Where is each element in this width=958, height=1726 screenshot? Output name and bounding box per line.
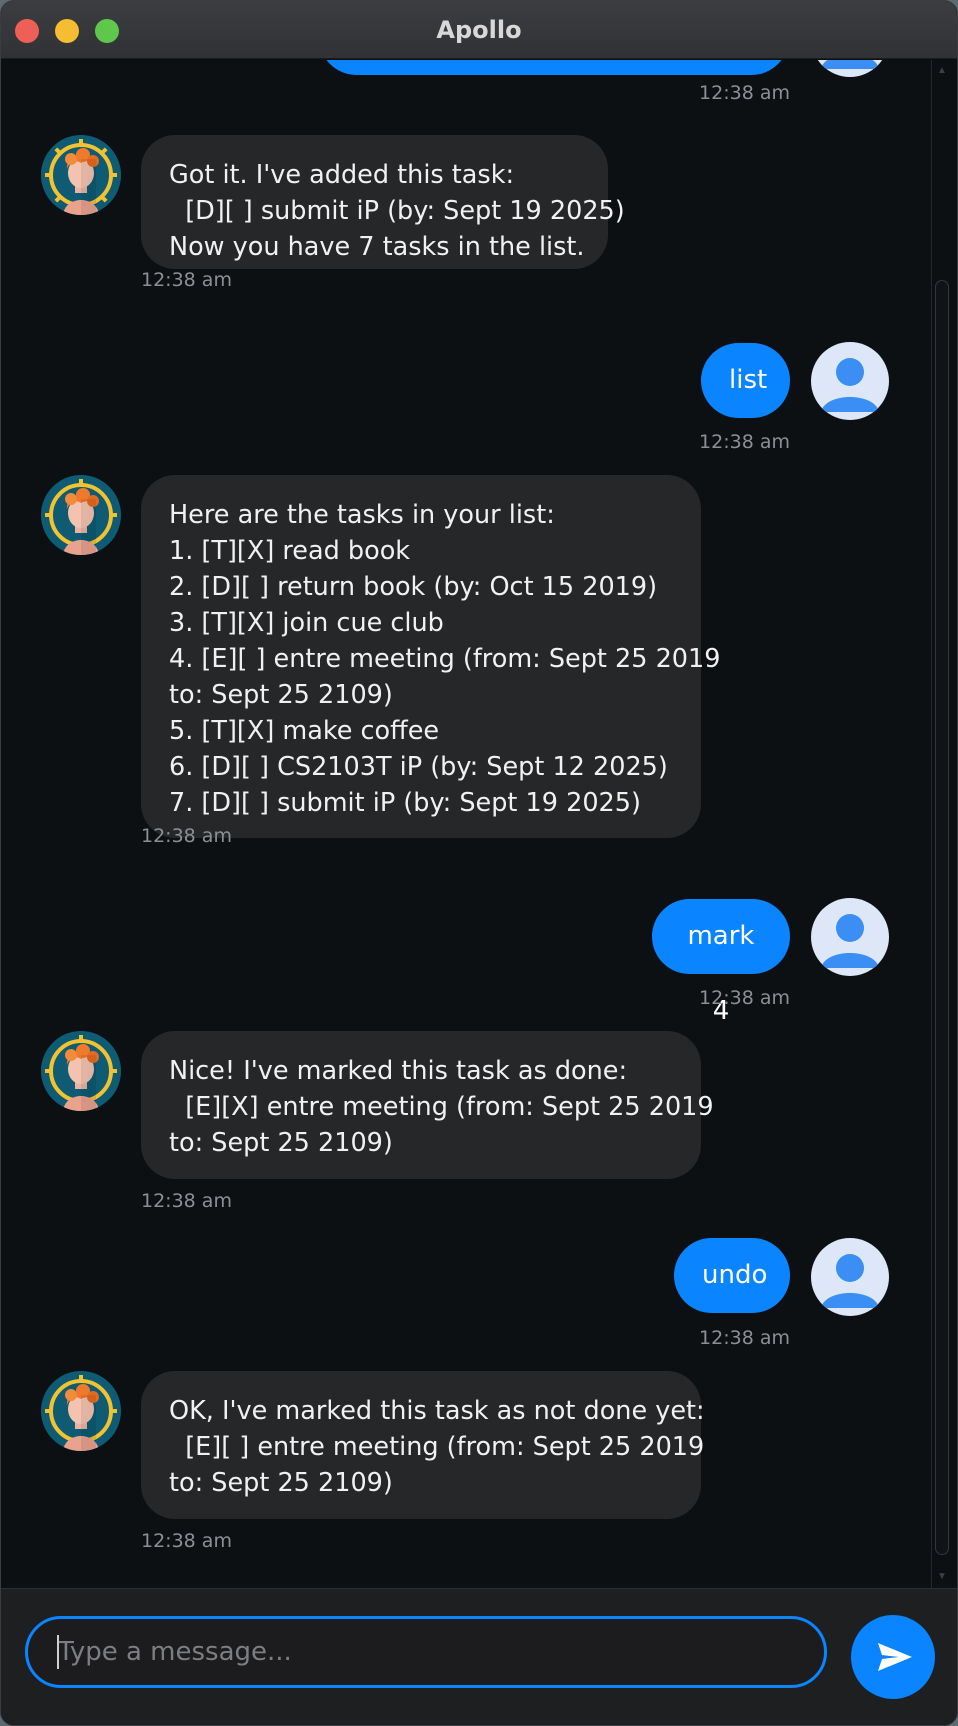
message-timestamp: 12:38 am — [699, 431, 790, 453]
bot-message-bubble: Got it. I've added this task: [D][ ] sub… — [141, 135, 625, 269]
message-timestamp: 12:38 am — [141, 825, 232, 847]
previous-user-message-bubble — [319, 60, 789, 75]
bot-message-bubble: Nice! I've marked this task as done: [E]… — [141, 1031, 714, 1179]
message-timestamp: 12:38 am — [699, 82, 790, 104]
send-icon — [851, 1615, 935, 1699]
message-timestamp: 12:38 am — [141, 1530, 232, 1552]
bot-avatar-icon — [41, 475, 121, 555]
title-bar: Apollo — [1, 1, 957, 59]
scroll-down-icon[interactable]: ▼ — [935, 1570, 949, 1584]
bot-message-bubble: OK, I've marked this task as not done ye… — [141, 1371, 705, 1519]
bot-avatar-icon — [41, 1371, 121, 1451]
text-caret — [57, 1635, 59, 1669]
composer-bar — [1, 1588, 957, 1725]
user-avatar-icon — [811, 1238, 889, 1316]
user-message-bubble: undo — [674, 1238, 790, 1313]
bot-avatar-icon — [41, 135, 121, 215]
message-timestamp: 12:38 am — [141, 1190, 232, 1212]
app-window: Apollo 12:38 am Got it. I've added this … — [0, 0, 958, 1726]
message-timestamp: 12:38 am — [141, 269, 232, 291]
user-message-bubble: list — [701, 343, 790, 418]
window-title: Apollo — [436, 16, 522, 44]
bot-avatar-icon — [41, 1031, 121, 1111]
user-avatar-icon — [811, 60, 889, 77]
bot-message-bubble: Here are the tasks in your list: 1. [T][… — [141, 475, 720, 838]
user-avatar-icon — [811, 342, 889, 420]
send-button[interactable] — [851, 1615, 935, 1699]
chat-scroll-area[interactable]: 12:38 am Got it. I've added this task: [… — [1, 60, 957, 1588]
user-message-bubble: mark 4 — [652, 899, 790, 1026]
message-input[interactable] — [25, 1616, 827, 1688]
message-timestamp: 12:38 am — [699, 987, 790, 1009]
scroll-up-icon[interactable]: ▲ — [935, 64, 949, 78]
user-avatar-icon — [811, 898, 889, 976]
message-timestamp: 12:38 am — [699, 1327, 790, 1349]
scrollbar-thumb[interactable] — [935, 280, 949, 1555]
